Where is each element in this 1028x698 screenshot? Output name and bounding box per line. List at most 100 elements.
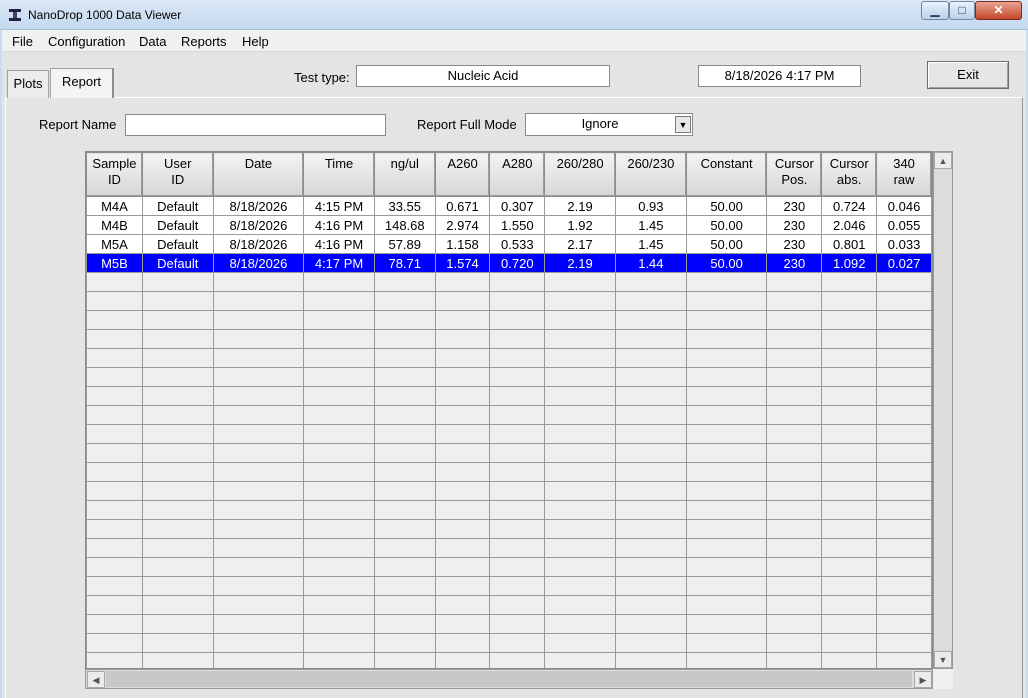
table-cell[interactable]: 0.033: [876, 234, 932, 254]
table-cell[interactable]: [303, 500, 375, 520]
table-cell[interactable]: [303, 348, 375, 368]
table-cell[interactable]: [86, 462, 143, 482]
table-cell[interactable]: [141, 576, 214, 596]
table-cell[interactable]: [141, 538, 214, 558]
table-cell[interactable]: [614, 614, 687, 634]
table-cell[interactable]: [303, 576, 375, 596]
empty-table-row[interactable]: [86, 272, 932, 292]
table-cell[interactable]: [212, 538, 305, 558]
table-cell[interactable]: [685, 329, 768, 349]
table-cell[interactable]: 1.45: [614, 234, 687, 254]
table-cell[interactable]: [489, 481, 546, 501]
empty-table-row[interactable]: [86, 595, 932, 615]
table-cell[interactable]: [489, 614, 546, 634]
empty-table-row[interactable]: [86, 614, 932, 634]
table-cell[interactable]: [86, 557, 143, 577]
table-cell[interactable]: [303, 481, 375, 501]
table-cell[interactable]: [489, 519, 546, 539]
table-cell[interactable]: [373, 481, 436, 501]
table-cell[interactable]: [434, 614, 491, 634]
table-cell[interactable]: [212, 462, 305, 482]
table-cell[interactable]: [614, 652, 687, 668]
table-cell[interactable]: [766, 310, 823, 330]
table-cell[interactable]: [685, 576, 768, 596]
table-cell[interactable]: [685, 443, 768, 463]
table-cell[interactable]: [86, 481, 143, 501]
table-cell[interactable]: [766, 348, 823, 368]
table-cell[interactable]: [544, 500, 616, 520]
table-cell[interactable]: [821, 291, 878, 311]
table-cell[interactable]: [876, 633, 932, 653]
table-row[interactable]: M5A Default 8/18/2026 4:16 PM 57.89 1.158 0.53…: [86, 234, 932, 254]
table-cell[interactable]: 148.68: [373, 215, 436, 235]
table-cell[interactable]: [212, 310, 305, 330]
table-cell[interactable]: [86, 310, 143, 330]
table-cell[interactable]: 1.092: [821, 253, 878, 273]
table-cell[interactable]: 0.801: [821, 234, 878, 254]
table-cell[interactable]: [544, 367, 616, 387]
table-cell[interactable]: [434, 405, 491, 425]
table-cell[interactable]: [544, 424, 616, 444]
table-cell[interactable]: [212, 576, 305, 596]
table-cell[interactable]: [86, 652, 143, 668]
table-cell[interactable]: 4:17 PM: [303, 253, 375, 273]
table-cell[interactable]: [212, 386, 305, 406]
table-cell[interactable]: 230: [766, 234, 823, 254]
table-cell[interactable]: [685, 614, 768, 634]
table-cell[interactable]: [685, 557, 768, 577]
table-cell[interactable]: [303, 538, 375, 558]
table-cell[interactable]: [544, 538, 616, 558]
empty-table-row[interactable]: [86, 291, 932, 311]
table-cell[interactable]: [489, 443, 546, 463]
table-cell[interactable]: [489, 652, 546, 668]
table-cell[interactable]: M4B: [86, 215, 143, 235]
table-cell[interactable]: [685, 367, 768, 387]
table-cell[interactable]: 0.93: [614, 196, 687, 216]
table-cell[interactable]: [373, 386, 436, 406]
table-cell[interactable]: [141, 386, 214, 406]
table-cell[interactable]: 50.00: [685, 234, 768, 254]
empty-table-row[interactable]: [86, 329, 932, 349]
table-cell[interactable]: [434, 310, 491, 330]
table-cell[interactable]: 2.19: [544, 196, 616, 216]
column-header[interactable]: Date: [212, 152, 305, 197]
table-cell[interactable]: [373, 500, 436, 520]
table-cell[interactable]: [766, 538, 823, 558]
table-cell[interactable]: [685, 633, 768, 653]
table-cell[interactable]: [614, 595, 687, 615]
table-cell[interactable]: [614, 386, 687, 406]
table-cell[interactable]: Default: [141, 253, 214, 273]
table-cell[interactable]: [685, 405, 768, 425]
table-cell[interactable]: [614, 291, 687, 311]
table-cell[interactable]: 230: [766, 196, 823, 216]
table-cell[interactable]: [212, 329, 305, 349]
table-cell[interactable]: [821, 405, 878, 425]
table-cell[interactable]: [434, 386, 491, 406]
table-cell[interactable]: [373, 424, 436, 444]
table-cell[interactable]: [86, 519, 143, 539]
table-cell[interactable]: [685, 595, 768, 615]
table-cell[interactable]: [876, 405, 932, 425]
table-cell[interactable]: 0.027: [876, 253, 932, 273]
table-cell[interactable]: Default: [141, 196, 214, 216]
table-cell[interactable]: 50.00: [685, 253, 768, 273]
table-cell[interactable]: [141, 500, 214, 520]
table-cell[interactable]: 0.046: [876, 196, 932, 216]
table-cell[interactable]: [212, 633, 305, 653]
table-cell[interactable]: [766, 576, 823, 596]
table-cell[interactable]: [821, 576, 878, 596]
table-cell[interactable]: [434, 329, 491, 349]
table-cell[interactable]: [141, 557, 214, 577]
minimize-button[interactable]: ▁: [921, 1, 949, 20]
table-cell[interactable]: [544, 481, 616, 501]
table-cell[interactable]: [544, 519, 616, 539]
table-cell[interactable]: 78.71: [373, 253, 436, 273]
table-cell[interactable]: [434, 367, 491, 387]
column-header[interactable]: Time: [303, 152, 375, 197]
table-cell[interactable]: 1.45: [614, 215, 687, 235]
table-cell[interactable]: [141, 652, 214, 668]
empty-table-row[interactable]: [86, 367, 932, 387]
table-cell[interactable]: 0.720: [489, 253, 546, 273]
table-cell[interactable]: [766, 443, 823, 463]
table-cell[interactable]: [86, 272, 143, 292]
